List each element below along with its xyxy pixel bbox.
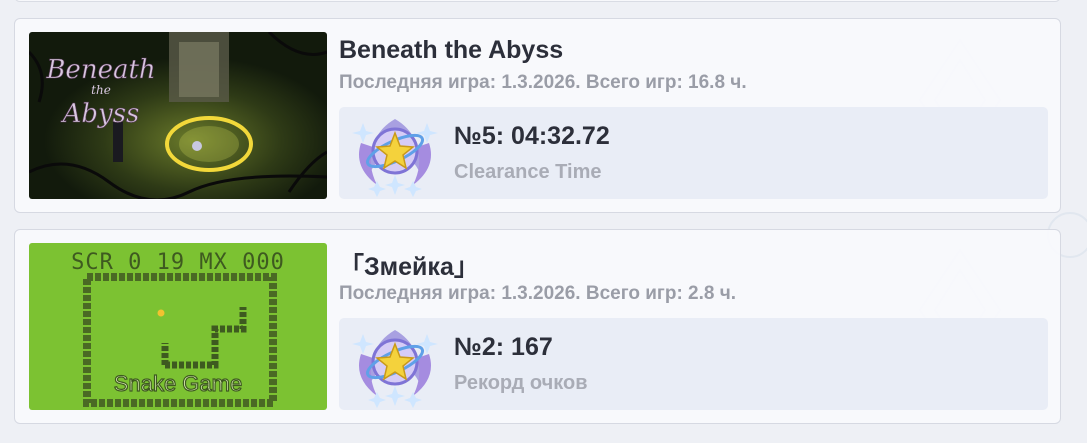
leaderboard-rank: №5: 04:32.72 xyxy=(454,122,610,150)
achievement-label: Clearance Time xyxy=(454,161,602,183)
star-medal-icon xyxy=(352,119,438,197)
game-card-beneath-the-abyss[interactable]: Beneath the Abyss Beneath the Abyss Посл… xyxy=(14,18,1061,213)
svg-text:SCR 0 19 MX 000: SCR 0 19 MX 000 xyxy=(71,250,285,275)
game-thumbnail-snake[interactable]: SCR 0 19 MX 000 Snake Game xyxy=(29,243,327,410)
svg-text:Abyss: Abyss xyxy=(61,99,140,129)
game-card-snake[interactable]: SCR 0 19 MX 000 Snake Game 「Змейка」 Посл… xyxy=(14,229,1061,424)
svg-text:Snake Game: Snake Game xyxy=(114,371,242,396)
svg-text:Beneath: Beneath xyxy=(45,55,155,85)
game-title: 「Змейка」 xyxy=(339,253,479,281)
achievement-panel: №5: 04:32.72 Clearance Time xyxy=(339,107,1048,199)
game-thumbnail-abyss[interactable]: Beneath the Abyss xyxy=(29,32,327,199)
achievement-panel: №2: 167 Рекорд очков xyxy=(339,318,1048,410)
game-play-stats: Последняя игра: 1.3.2026. Всего игр: 16.… xyxy=(339,72,747,93)
game-play-stats: Последняя игра: 1.3.2026. Всего игр: 2.8… xyxy=(339,283,737,304)
star-medal-icon xyxy=(352,330,438,408)
achievement-label: Рекорд очков xyxy=(454,372,588,394)
svg-text:the: the xyxy=(91,83,111,97)
game-title: Beneath the Abyss xyxy=(339,36,564,64)
leaderboard-rank: №2: 167 xyxy=(454,333,553,361)
previous-card-edge xyxy=(14,0,1061,2)
